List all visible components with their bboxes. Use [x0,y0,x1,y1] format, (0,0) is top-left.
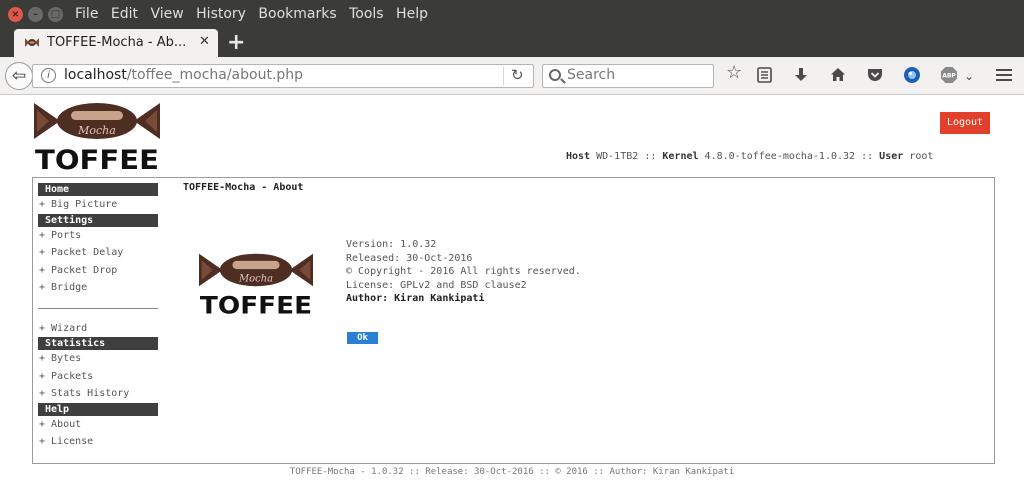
about-logo-script-text: Mocha [238,274,273,285]
sidebar-item-packet-drop[interactable]: + Packet Drop [38,262,158,280]
sidebar-item-wizard[interactable]: + Wizard [38,320,158,338]
menu-bar: File Edit View History Bookmarks Tools H… [75,6,436,22]
window-close-button[interactable]: × [8,7,23,22]
menu-icon[interactable] [996,68,1012,82]
sidebar-section-help: Help [38,402,158,416]
sidebar-item-packets[interactable]: + Packets [38,368,158,386]
menu-edit[interactable]: Edit [111,6,138,22]
sidebar-item-bytes[interactable]: + Bytes [38,350,158,368]
url-bar[interactable]: i localhost/toffee_mocha/about.php ↻ [32,64,534,88]
info-icon[interactable]: i [41,68,56,83]
tab-title: TOFFEE-Mocha - Ab... [47,35,187,50]
tab-strip: TOFFEE-Mocha - Ab... ✕ + [0,29,1024,57]
chevron-down-icon[interactable]: ⌄ [964,67,974,85]
adblock-icon[interactable]: ABP [940,66,958,84]
navigation-toolbar: ⇦ i localhost/toffee_mocha/about.php ↻ S… [0,57,1024,95]
sidebar-item-bridge[interactable]: + Bridge [38,279,158,297]
user-value: root [909,151,934,162]
page-title: TOFFEE-Mocha - About [183,182,304,193]
toffee-favicon-icon [25,38,39,47]
page-footer: TOFFEE-Mocha - 1.0.32 :: Release: 30-Oct… [289,467,735,477]
new-tab-button[interactable]: + [227,30,245,55]
svg-text:ABP: ABP [942,73,956,80]
license-text: License: GPLv2 and BSD clause2 [346,279,527,291]
about-logo-wordmark-text: TOFFEE [200,290,312,318]
sidebar-section-settings: Settings [38,213,158,227]
home-icon[interactable] [830,67,846,82]
download-icon[interactable] [794,67,808,83]
info-separator: :: [861,151,874,162]
menu-tools[interactable]: Tools [349,6,384,22]
menu-view[interactable]: View [150,6,183,22]
host-label: Host [566,151,591,162]
sidebar-item-ports[interactable]: + Ports [38,227,158,245]
author-text: Author: Kiran Kankipati [346,293,485,304]
about-logo: Mocha TOFFEE [199,253,313,318]
bookmark-star-icon[interactable]: ☆ [726,64,742,82]
browser-tab[interactable]: TOFFEE-Mocha - Ab... ✕ [14,29,218,57]
reload-icon[interactable]: ↻ [511,66,524,84]
logo-script-text: Mocha [77,124,116,137]
pocket-icon[interactable] [867,67,883,82]
menu-help[interactable]: Help [396,6,428,22]
extension-icon[interactable] [903,66,921,84]
user-label: User [879,151,904,162]
search-placeholder: Search [567,67,616,83]
back-button[interactable]: ⇦ [5,62,33,90]
sidebar-item-about[interactable]: + About [38,416,158,434]
copyright-text: © Copyright - 2016 All rights reserved. [346,266,581,277]
ok-button[interactable]: Ok [347,332,378,344]
sidebar-item-license[interactable]: + License [38,433,158,451]
released-text: Released: 30-Oct-2016 [346,252,473,264]
sidebar-nav: Home + Big Picture Settings + Ports + Pa… [38,183,158,451]
sidebar-item-stats-history[interactable]: + Stats History [38,385,158,403]
url-path: /toffee_mocha/about.php [126,67,304,83]
menu-file[interactable]: File [75,6,98,22]
window-maximize-button[interactable]: □ [48,7,63,22]
content-frame [32,177,995,464]
kernel-label: Kernel [662,151,699,162]
info-separator: :: [644,151,657,162]
search-icon [549,69,561,81]
search-input[interactable]: Search [542,64,714,88]
kernel-value: 4.8.0-toffee-mocha-1.0.32 [704,151,856,162]
window-titlebar: × – □ File Edit View History Bookmarks T… [0,0,1024,29]
menu-history[interactable]: History [196,6,246,22]
logout-button[interactable]: Logout [940,112,990,134]
sidebar-section-statistics: Statistics [38,337,158,350]
back-icon: ⇦ [11,66,27,86]
menu-bookmarks[interactable]: Bookmarks [258,6,336,22]
version-text: Version: 1.0.32 [346,239,437,250]
reading-list-icon[interactable] [757,67,772,83]
system-info: Host WD-1TB2 :: Kernel 4.8.0-toffee-moch… [566,151,933,162]
sidebar-section-home[interactable]: Home [38,183,158,196]
window-minimize-button[interactable]: – [28,7,43,22]
about-details: Version: 1.0.32 Released: 30-Oct-2016 © … [346,238,581,306]
sidebar-item-big-picture[interactable]: + Big Picture [38,196,158,214]
tab-close-icon[interactable]: ✕ [199,34,210,49]
url-text: localhost/toffee_mocha/about.php [64,67,303,83]
host-value: WD-1TB2 [596,151,639,162]
url-separator [503,67,504,85]
url-host: localhost [64,67,127,83]
toffee-mocha-logo: Mocha TOFFEE [34,103,160,172]
sidebar-item-packet-delay[interactable]: + Packet Delay [38,244,158,262]
logo-wordmark-text: TOFFEE [35,145,159,172]
